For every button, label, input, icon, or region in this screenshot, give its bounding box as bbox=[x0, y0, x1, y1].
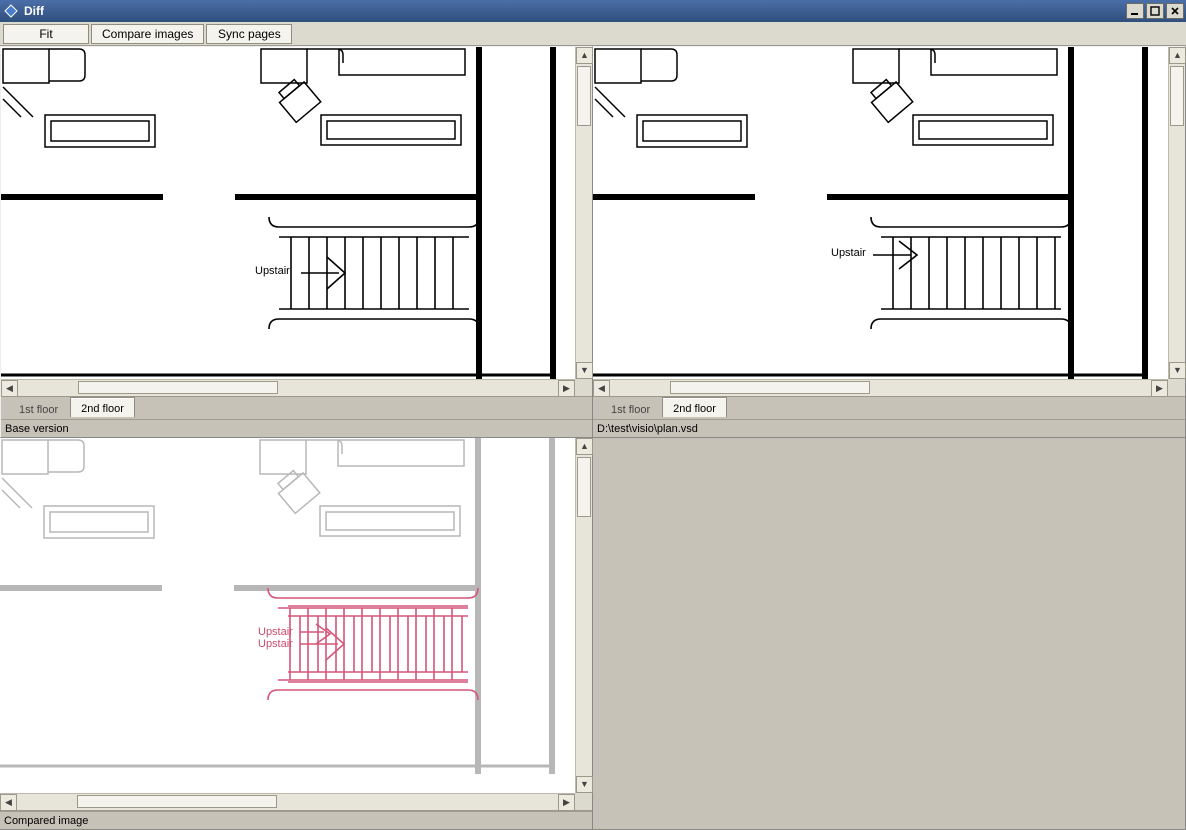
pane-status: Base version bbox=[1, 419, 592, 437]
floorplan-canvas-file[interactable]: Upstair bbox=[593, 47, 1168, 379]
scroll-up-button[interactable]: ▲ bbox=[1169, 47, 1186, 64]
pane-status: Compared image bbox=[0, 811, 592, 829]
vertical-scrollbar[interactable]: ▲ ▼ bbox=[575, 438, 592, 793]
window-title: Diff bbox=[24, 4, 1124, 18]
floorplan-canvas-base[interactable]: Upstair bbox=[1, 47, 575, 379]
scrollbar-corner bbox=[1168, 379, 1185, 396]
scrollbar-corner bbox=[575, 793, 592, 810]
stair-label-diff-1: Upstair bbox=[258, 626, 293, 638]
scroll-left-button[interactable]: ◀ bbox=[593, 380, 610, 397]
minimize-button[interactable] bbox=[1126, 3, 1144, 19]
pane-base: Upstair ▲ ▼ ◀ ▶ bbox=[0, 46, 593, 438]
scroll-left-button[interactable]: ◀ bbox=[1, 380, 18, 397]
pane-empty bbox=[593, 438, 1186, 830]
tab-2nd-floor[interactable]: 2nd floor bbox=[662, 397, 727, 417]
workspace: Upstair ▲ ▼ ◀ ▶ bbox=[0, 46, 1186, 830]
page-tabs: 1st floor 2nd floor bbox=[593, 397, 1185, 419]
pane-status: D:\test\visio\plan.vsd bbox=[593, 419, 1185, 437]
floorplan-drawing bbox=[1, 47, 575, 379]
sync-pages-button[interactable]: Sync pages bbox=[206, 24, 292, 44]
scrollbar-corner bbox=[575, 379, 592, 396]
scroll-right-button[interactable]: ▶ bbox=[558, 380, 575, 397]
close-button[interactable] bbox=[1166, 3, 1184, 19]
title-bar: Diff bbox=[0, 0, 1186, 22]
viewer: Upstair ▲ ▼ ◀ ▶ bbox=[593, 47, 1185, 397]
tab-1st-floor[interactable]: 1st floor bbox=[9, 399, 68, 419]
page-tabs: 1st floor 2nd floor bbox=[1, 397, 592, 419]
viewer: Upstair ▲ ▼ ◀ ▶ bbox=[1, 47, 592, 397]
scroll-down-button[interactable]: ▼ bbox=[576, 776, 593, 793]
scroll-down-button[interactable]: ▼ bbox=[576, 362, 593, 379]
viewer: Upstair Upstair ▲ ▼ ◀ ▶ bbox=[0, 438, 592, 811]
fit-button[interactable]: Fit bbox=[3, 24, 89, 44]
horizontal-scrollbar[interactable]: ◀ ▶ bbox=[593, 379, 1168, 396]
stair-label: Upstair bbox=[255, 265, 290, 277]
scroll-right-button[interactable]: ▶ bbox=[1151, 380, 1168, 397]
tab-1st-floor[interactable]: 1st floor bbox=[601, 399, 660, 419]
diff-overlay-icon bbox=[0, 438, 575, 774]
floorplan-canvas-diff[interactable]: Upstair Upstair bbox=[0, 438, 575, 793]
tab-2nd-floor[interactable]: 2nd floor bbox=[70, 397, 135, 417]
stair-label-diff-2: Upstair bbox=[258, 638, 293, 650]
floorplan-drawing bbox=[593, 47, 1168, 379]
stair-label: Upstair bbox=[831, 247, 866, 259]
pane-file: Upstair ▲ ▼ ◀ ▶ 1st flo bbox=[593, 46, 1186, 438]
horizontal-scrollbar[interactable]: ◀ ▶ bbox=[0, 793, 575, 810]
pane-compared: Upstair Upstair ▲ ▼ ◀ ▶ bbox=[0, 438, 593, 830]
maximize-button[interactable] bbox=[1146, 3, 1164, 19]
scroll-up-button[interactable]: ▲ bbox=[576, 438, 593, 455]
scroll-left-button[interactable]: ◀ bbox=[0, 794, 17, 811]
toolbar: Fit Compare images Sync pages bbox=[0, 22, 1186, 46]
app-icon bbox=[4, 4, 18, 18]
vertical-scrollbar[interactable]: ▲ ▼ bbox=[1168, 47, 1185, 379]
compare-images-button[interactable]: Compare images bbox=[91, 24, 204, 44]
horizontal-scrollbar[interactable]: ◀ ▶ bbox=[1, 379, 575, 396]
scroll-down-button[interactable]: ▼ bbox=[1169, 362, 1186, 379]
vertical-scrollbar[interactable]: ▲ ▼ bbox=[575, 47, 592, 379]
scroll-up-button[interactable]: ▲ bbox=[576, 47, 593, 64]
scroll-right-button[interactable]: ▶ bbox=[558, 794, 575, 811]
